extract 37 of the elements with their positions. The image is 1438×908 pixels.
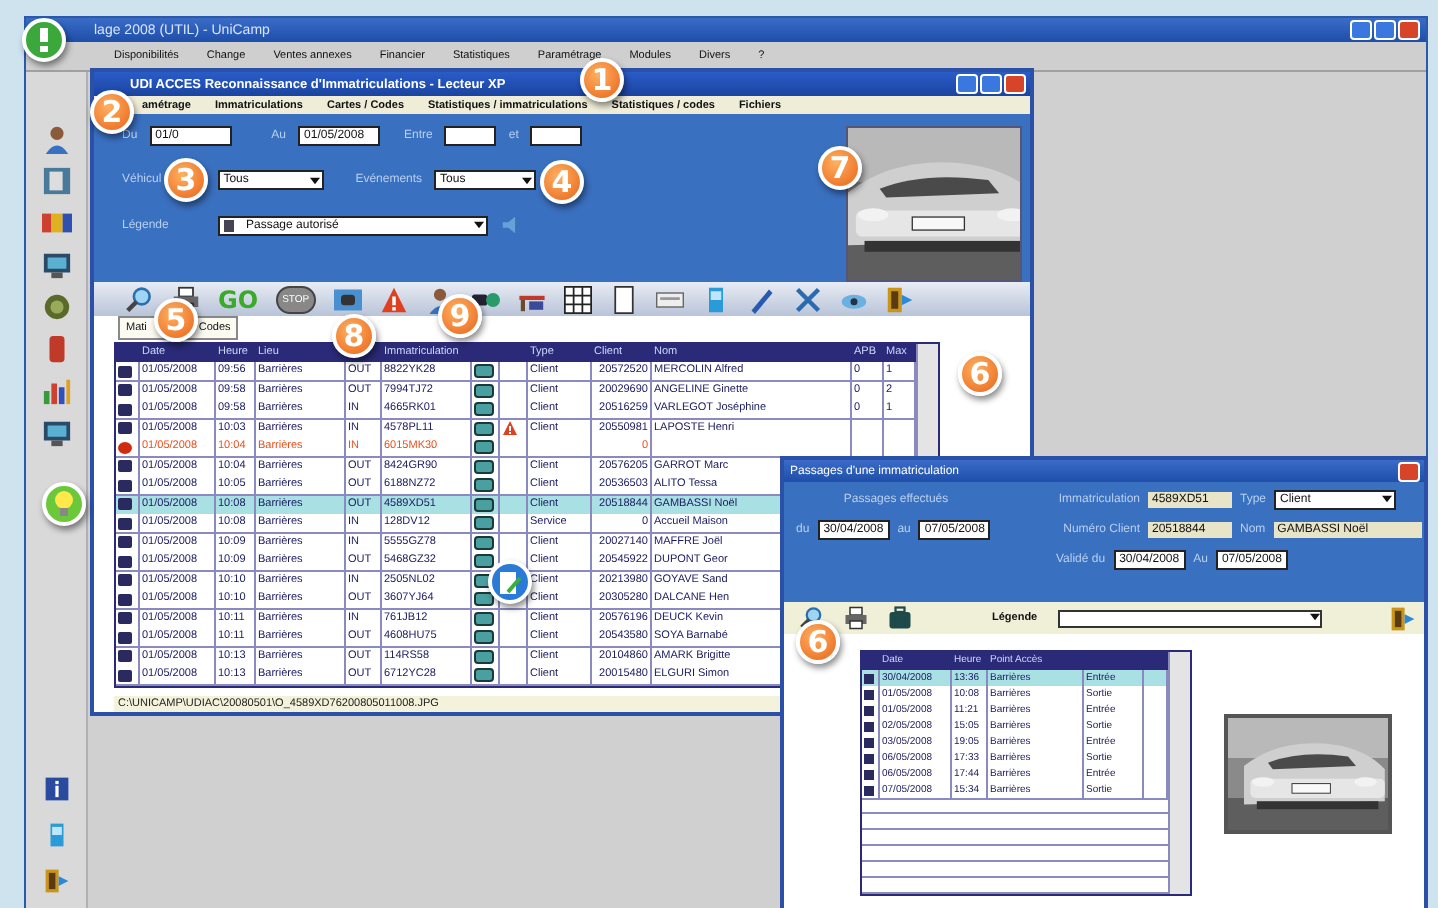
caret-icon (1382, 494, 1393, 504)
close-button[interactable] (1398, 20, 1420, 40)
warning-icon (502, 420, 518, 437)
close-button[interactable] (1398, 461, 1420, 481)
input-field[interactable] (444, 126, 497, 147)
close-button[interactable] (1004, 74, 1026, 95)
caret-icon (309, 175, 320, 186)
person-icon[interactable] (41, 124, 71, 154)
camera-icon[interactable] (333, 285, 362, 314)
caret-icon (522, 175, 533, 186)
warning-icon[interactable] (379, 285, 408, 314)
monitor-icon[interactable] (41, 418, 71, 448)
info-icon[interactable] (43, 776, 69, 802)
caret-icon (1309, 611, 1320, 621)
minimize-button[interactable] (956, 74, 978, 95)
door-icon[interactable] (41, 166, 71, 196)
scrollbar[interactable] (1168, 652, 1190, 894)
palette-icon[interactable] (41, 208, 71, 238)
chart-icon[interactable] (41, 376, 71, 406)
grid-icon[interactable] (563, 285, 592, 314)
alert-icon (118, 441, 132, 454)
document-icon[interactable] (609, 285, 638, 314)
caret-icon (474, 220, 484, 231)
briefcase-icon[interactable] (888, 606, 912, 630)
exit-icon[interactable] (885, 285, 914, 314)
maximize-button[interactable] (980, 74, 1002, 95)
exit-icon[interactable] (43, 868, 69, 894)
monitor-icon[interactable] (41, 250, 71, 280)
tools-icon[interactable] (793, 285, 822, 314)
maximize-button[interactable] (1374, 20, 1396, 40)
dropdown[interactable] (1057, 609, 1322, 627)
search-icon[interactable] (126, 285, 154, 314)
minimize-button[interactable] (1350, 20, 1372, 40)
printer-icon[interactable] (844, 606, 868, 630)
input-field[interactable] (530, 126, 583, 147)
coins-icon[interactable] (41, 292, 71, 322)
exit-icon[interactable] (1390, 605, 1416, 631)
